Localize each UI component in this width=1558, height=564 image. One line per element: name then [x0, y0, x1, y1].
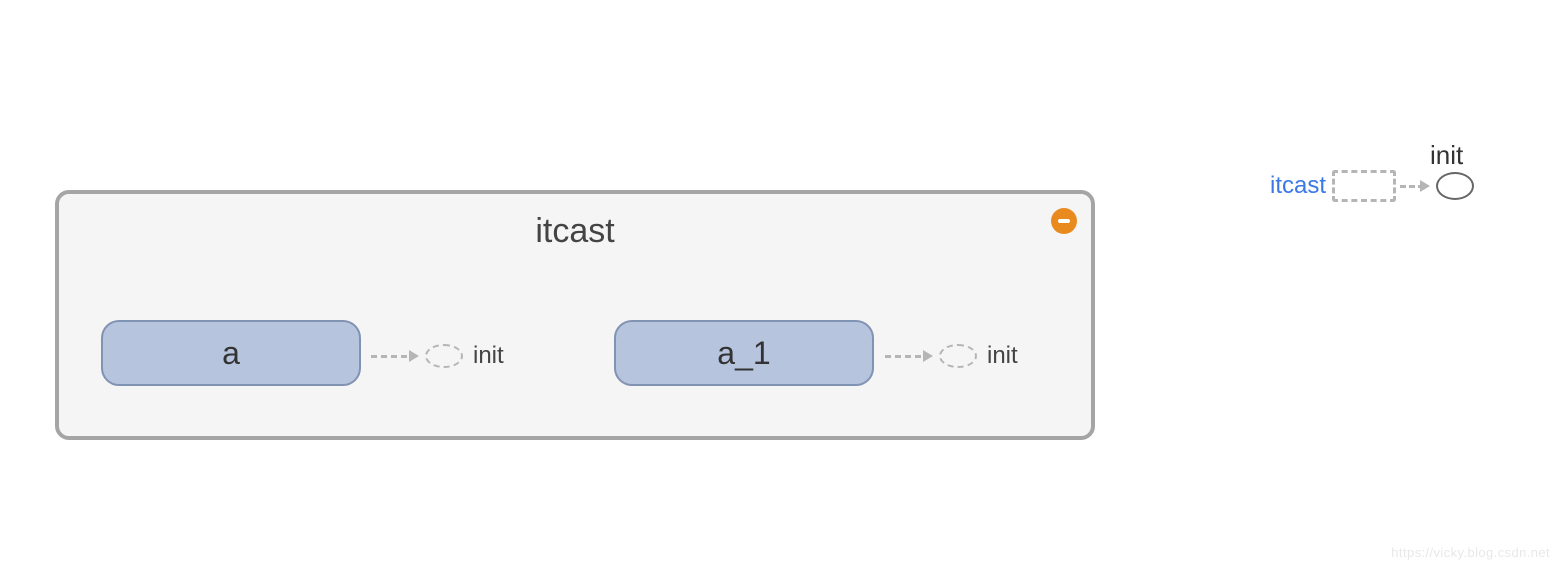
node-a-label: a: [222, 335, 240, 372]
mini-namespace-label[interactable]: itcast: [1270, 172, 1326, 200]
init-placeholder-icon: [939, 344, 977, 368]
edge-a-to-init: init: [371, 342, 504, 370]
arrow-head-icon: [409, 350, 419, 362]
edge-a1-to-init: init: [885, 342, 1018, 370]
init-placeholder-icon: [425, 344, 463, 368]
mini-init-node[interactable]: [1436, 172, 1474, 200]
mini-init-label: init: [1430, 140, 1463, 171]
node-a1-label: a_1: [717, 335, 770, 372]
arrow-line: [885, 355, 921, 358]
mini-graph: itcast: [1270, 170, 1474, 202]
mini-namespace-icon[interactable]: [1332, 170, 1396, 202]
init-label-a1: init: [987, 342, 1018, 370]
node-a[interactable]: a: [101, 320, 361, 386]
namespace-box: itcast a init a_1 init: [55, 190, 1095, 440]
arrow-head-icon: [923, 350, 933, 362]
namespace-title: itcast: [59, 212, 1091, 251]
init-label-a: init: [473, 342, 504, 370]
node-a1[interactable]: a_1: [614, 320, 874, 386]
arrow-line: [371, 355, 407, 358]
arrow-head-icon: [1420, 180, 1430, 192]
watermark: https://vicky.blog.csdn.net: [1391, 545, 1550, 560]
collapse-icon[interactable]: [1051, 208, 1077, 234]
